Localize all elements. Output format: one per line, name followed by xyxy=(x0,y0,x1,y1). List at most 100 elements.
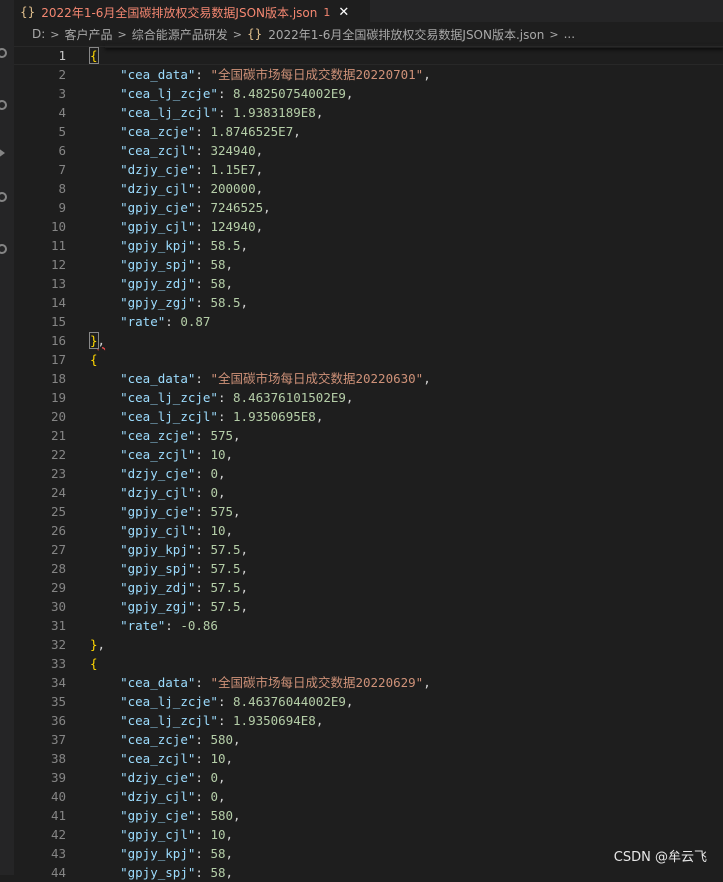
breadcrumb-item-folder[interactable]: 客户产品 xyxy=(65,26,113,43)
code-line[interactable]: 5 "cea_zcje": 1.8746525E7, xyxy=(14,122,723,141)
code-line[interactable]: 12 "gpjy_spj": 58, xyxy=(14,255,723,274)
code-line[interactable]: 24 "dzjy_cjl": 0, xyxy=(14,483,723,502)
code-line[interactable]: 42 "gpjy_cjl": 10, xyxy=(14,825,723,844)
comma: , xyxy=(293,124,301,139)
line-content: "dzjy_cjl": 200000, xyxy=(90,179,263,198)
json-key: "cea_lj_zcjl" xyxy=(120,409,218,424)
json-string-value: "全国碳市场每日成交数据20220701" xyxy=(210,67,424,82)
code-line[interactable]: 30 "gpjy_zgj": 57.5, xyxy=(14,597,723,616)
breadcrumb-item-symbols[interactable]: ... xyxy=(564,27,575,41)
code-line[interactable]: 25 "gpjy_cje": 575, xyxy=(14,502,723,521)
code-line[interactable]: 13 "gpjy_zdj": 58, xyxy=(14,274,723,293)
code-line[interactable]: 31 "rate": -0.86 xyxy=(14,616,723,635)
circle-icon[interactable] xyxy=(0,192,7,202)
line-content: "cea_zcje": 580, xyxy=(90,730,240,749)
breadcrumb-item-file[interactable]: 2022年1-6月全国碳排放权交易数据JSON版本.json xyxy=(268,26,544,43)
code-line[interactable]: 44 "gpjy_spj": 58, xyxy=(14,863,723,882)
watermark: CSDN @牟云飞 xyxy=(613,850,707,865)
comma: , xyxy=(240,599,249,614)
code-line[interactable]: 16}, xyxy=(14,331,723,350)
code-line[interactable]: 1{ xyxy=(14,46,723,65)
json-key: "rate" xyxy=(120,618,166,633)
code-line[interactable]: 10 "gpjy_cjl": 124940, xyxy=(14,217,723,236)
json-key: "gpjy_cjl" xyxy=(120,523,196,538)
code-line[interactable]: 37 "cea_zcje": 580, xyxy=(14,730,723,749)
line-content: "cea_lj_zcje": 8.48250754002E9, xyxy=(90,84,353,103)
json-number-value: 58 xyxy=(210,865,226,880)
code-line[interactable]: 26 "gpjy_cjl": 10, xyxy=(14,521,723,540)
code-line[interactable]: 38 "cea_zcjl": 10, xyxy=(14,749,723,768)
line-content: "dzjy_cjl": 0, xyxy=(90,787,225,806)
code-line[interactable]: 6 "cea_zcjl": 324940, xyxy=(14,141,723,160)
code-line[interactable]: 4 "cea_lj_zcjl": 1.9383189E8, xyxy=(14,103,723,122)
code-line[interactable]: 39 "dzjy_cje": 0, xyxy=(14,768,723,787)
line-content: }, xyxy=(90,635,105,654)
comma: , xyxy=(233,808,241,823)
code-line[interactable]: 40 "dzjy_cjl": 0, xyxy=(14,787,723,806)
play-icon[interactable] xyxy=(0,148,5,158)
circle-icon[interactable] xyxy=(0,48,7,58)
line-content: "gpjy_kpj": 58, xyxy=(90,844,233,863)
colon: : xyxy=(195,181,211,196)
code-line[interactable]: 32}, xyxy=(14,635,723,654)
code-line[interactable]: 36 "cea_lj_zcjl": 1.9350694E8, xyxy=(14,711,723,730)
json-number-value: 580 xyxy=(210,808,234,823)
code-line[interactable]: 33 { xyxy=(14,654,723,673)
colon: : xyxy=(195,751,211,766)
code-editor[interactable]: 1{2 "cea_data": "全国碳市场每日成交数据20220701", 3 … xyxy=(14,46,723,880)
code-line[interactable]: 18 "cea_data": "全国碳市场每日成交数据20220630", xyxy=(14,369,723,388)
code-line[interactable]: 15 "rate": 0.87 xyxy=(14,312,723,331)
json-key: "gpjy_cjl" xyxy=(120,219,196,234)
json-key: "gpjy_zdj" xyxy=(120,276,196,291)
breadcrumb: D: > 客户产品 > 综合能源产品研发 > {} 2022年1-6月全国碳排放… xyxy=(14,22,723,46)
code-line[interactable]: 2 "cea_data": "全国碳市场每日成交数据20220701", xyxy=(14,65,723,84)
json-key: "dzjy_cje" xyxy=(120,162,196,177)
code-line[interactable]: 29 "gpjy_zdj": 57.5, xyxy=(14,578,723,597)
code-line[interactable]: 20 "cea_lj_zcjl": 1.9350695E8, xyxy=(14,407,723,426)
code-line[interactable]: 9 "gpjy_cje": 7246525, xyxy=(14,198,723,217)
breadcrumb-item-folder[interactable]: 综合能源产品研发 xyxy=(132,26,228,43)
json-key: "gpjy_cje" xyxy=(120,504,196,519)
code-line[interactable]: 23 "dzjy_cje": 0, xyxy=(14,464,723,483)
colon: : xyxy=(217,713,234,728)
code-line[interactable]: 11 "gpjy_kpj": 58.5, xyxy=(14,236,723,255)
line-content: { xyxy=(90,654,98,673)
line-content: "cea_data": "全国碳市场每日成交数据20220630", xyxy=(90,369,431,388)
code-line[interactable]: 22 "cea_zcjl": 10, xyxy=(14,445,723,464)
colon: : xyxy=(217,105,234,120)
code-line[interactable]: 34 "cea_data": "全国碳市场每日成交数据20220629", xyxy=(14,673,723,692)
editor-tab[interactable]: {} 2022年1-6月全国碳排放权交易数据JSON版本.json 1 ✕ xyxy=(14,0,370,23)
colon: : xyxy=(195,827,211,842)
code-line[interactable]: 3 "cea_lj_zcje": 8.48250754002E9, xyxy=(14,84,723,103)
code-line[interactable]: 19 "cea_lj_zcje": 8.46376101502E9, xyxy=(14,388,723,407)
tab-problem-count: 1 xyxy=(323,5,331,19)
colon: : xyxy=(195,599,211,614)
code-line[interactable]: 17 { xyxy=(14,350,723,369)
code-line[interactable]: 7 "dzjy_cje": 1.15E7, xyxy=(14,160,723,179)
code-line[interactable]: 41 "gpjy_cje": 580, xyxy=(14,806,723,825)
breadcrumb-item-drive[interactable]: D: xyxy=(32,27,45,41)
code-line[interactable]: 35 "cea_lj_zcje": 8.46376044002E9, xyxy=(14,692,723,711)
line-number: 6 xyxy=(58,143,66,158)
colon: : xyxy=(165,314,181,329)
code-line[interactable]: 21 "cea_zcje": 575, xyxy=(14,426,723,445)
code-line[interactable]: 14 "gpjy_zgj": 58.5, xyxy=(14,293,723,312)
json-key: "cea_zcjl" xyxy=(120,143,196,158)
line-number: 39 xyxy=(50,770,66,785)
comma: , xyxy=(225,276,234,291)
circle-icon[interactable] xyxy=(0,244,7,254)
line-number: 40 xyxy=(50,789,66,804)
line-number: 8 xyxy=(58,181,66,196)
line-number: 11 xyxy=(50,238,66,253)
code-line[interactable]: 28 "gpjy_spj": 57.5, xyxy=(14,559,723,578)
code-line[interactable]: 8 "dzjy_cjl": 200000, xyxy=(14,179,723,198)
circle-icon[interactable] xyxy=(0,100,7,110)
close-icon[interactable]: ✕ xyxy=(338,5,349,20)
code-line[interactable]: 27 "gpjy_kpj": 57.5, xyxy=(14,540,723,559)
